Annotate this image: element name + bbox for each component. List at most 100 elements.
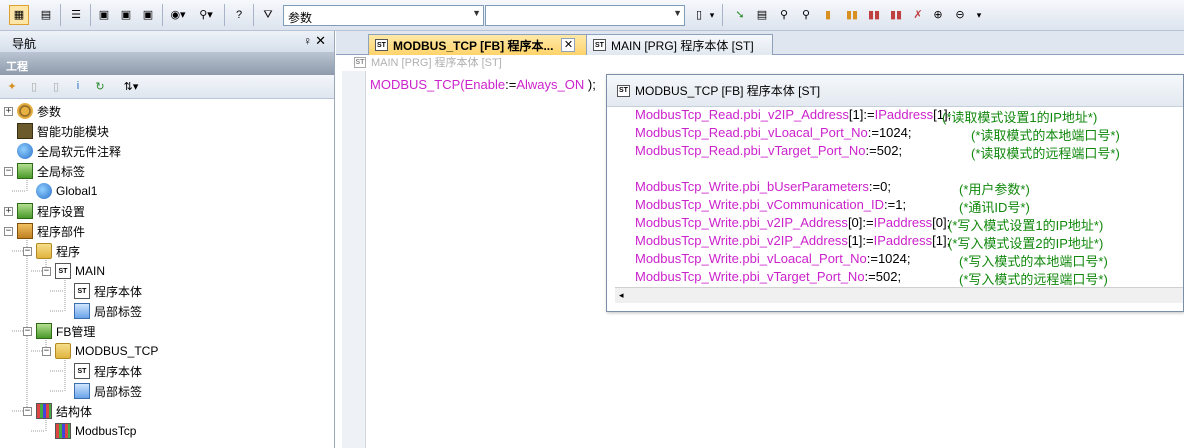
nav-header: 导航 ♀ ✕ — [0, 31, 334, 53]
close-icon[interactable]: ✕ — [561, 38, 576, 52]
chevron-down-icon: ▼ — [673, 8, 682, 18]
collapse-icon[interactable]: − — [4, 226, 13, 236]
list-icon[interactable]: ☰ — [66, 5, 86, 25]
zoom-out-icon[interactable]: ⊖ — [950, 5, 970, 25]
code-line[interactable]: ModbusTcp_Read.pbi_vLoacal_Port_No:=1024… — [635, 125, 911, 140]
filter-combo[interactable]: ▼ — [485, 5, 685, 26]
chart4-icon[interactable]: ✗ — [908, 5, 928, 25]
collapse-icon[interactable]: − — [23, 326, 32, 336]
chevron-down-icon[interactable]: ▾ — [972, 5, 986, 26]
tree-item[interactable]: 智能功能模块 — [4, 121, 109, 141]
collapse-icon[interactable]: − — [42, 346, 51, 356]
tree-item[interactable]: + 程序设置 — [4, 201, 85, 221]
toolbar-separator — [253, 4, 254, 26]
copy-icon[interactable]: ▯ — [26, 78, 42, 94]
tree-item[interactable]: ModbusTcp — [42, 421, 136, 441]
zoom-in-icon[interactable]: ⊕ — [928, 5, 948, 25]
chevron-down-icon[interactable]: ▾ — [705, 5, 719, 26]
code-line[interactable]: ModbusTcp_Write.pbi_v2IP_Address[0]:=IPa… — [635, 215, 950, 230]
popup-title-bar: ST MODBUS_TCP [FB] 程序本体 [ST] — [607, 75, 1183, 107]
collapse-icon[interactable]: − — [23, 246, 32, 256]
collapse-icon[interactable]: − — [4, 166, 13, 176]
tree-item-label: 程序本体 — [94, 284, 143, 299]
search1-icon[interactable]: ⚲ — [774, 5, 794, 25]
code-line[interactable]: ModbusTcp_Write.pbi_v2IP_Address[1]:=IPa… — [635, 233, 950, 248]
tree-item[interactable]: − 结构体 — [23, 401, 92, 421]
tree-item[interactable]: − FB管理 — [23, 321, 95, 341]
code-line[interactable]: ModbusTcp_Write.pbi_vLoacal_Port_No:=102… — [635, 251, 911, 266]
code-line[interactable]: ModbusTcp_Write.pbi_bUserParameters:=0; — [635, 179, 891, 194]
doc-icon[interactable]: ▤ — [752, 5, 772, 25]
paste-icon[interactable]: ▯ — [48, 78, 64, 94]
chart2-icon[interactable]: ▮▮ — [864, 5, 884, 25]
variable-name: ModbusTcp_Read.pbi_vLoacal_Port_No — [635, 125, 868, 140]
code-line[interactable]: ModbusTcp_Write.pbi_vCommunication_ID:=1… — [635, 197, 906, 212]
assign-op: := — [862, 215, 874, 230]
globe-icon — [17, 143, 33, 159]
tree-item[interactable]: − 程序 — [23, 241, 80, 261]
tree-item-label: ModbusTcp — [75, 424, 137, 438]
tab-modbus-tcp[interactable]: ST MODBUS_TCP [FB] 程序本... ✕ — [368, 34, 608, 55]
scroll-left-icon[interactable]: ◂ — [619, 290, 624, 301]
gear-icon — [17, 103, 33, 119]
code-comment: (*写入模式设置1的IP地址*) — [948, 218, 1104, 233]
tree-item[interactable]: − 程序部件 — [4, 221, 85, 241]
rhs-name: IPaddress — [873, 215, 933, 230]
horizontal-scrollbar[interactable]: ◂ — [615, 287, 1183, 303]
refresh-icon[interactable]: ↻ — [92, 78, 108, 94]
new-item-icon[interactable]: ✦ — [4, 78, 20, 94]
var-icon[interactable]: ▮ — [818, 5, 838, 25]
tree-item[interactable]: 局部标签 — [61, 301, 142, 321]
run-icon[interactable]: ➘ — [730, 5, 750, 25]
dev-icon[interactable]: ▣ — [94, 5, 114, 25]
chart1-icon[interactable]: ▮▮ — [842, 5, 862, 25]
info-icon[interactable]: i — [70, 78, 86, 94]
tree-item[interactable]: + 参数 — [4, 101, 61, 121]
expand-icon[interactable]: + — [4, 106, 13, 116]
code-line[interactable]: MODBUS_TCP(Enable:=Always_ON ); — [370, 77, 596, 92]
tree-item[interactable]: − 全局标签 — [4, 161, 85, 181]
code-line[interactable]: ModbusTcp_Write.pbi_vTarget_Port_No:=502… — [635, 269, 901, 284]
collapse-icon[interactable]: − — [42, 266, 51, 276]
binoculars-icon[interactable]: ⛛ — [258, 5, 278, 25]
project-icon[interactable]: ▦ — [9, 5, 29, 25]
rhs-value: 502; — [875, 269, 902, 284]
dev2-icon[interactable]: ▣ — [116, 5, 136, 25]
tree-item[interactable]: 局部标签 — [61, 381, 142, 401]
tree-item[interactable]: ST 程序本体 — [61, 281, 142, 301]
variable-name: ModbusTcp_Write.pbi_vLoacal_Port_No — [635, 251, 867, 266]
tab-main[interactable]: ST MAIN [PRG] 程序本体 [ST] — [586, 34, 773, 55]
chart3-icon[interactable]: ▮▮ — [886, 5, 906, 25]
pin-icon[interactable]: ♀ — [303, 34, 312, 48]
fb-body-popup[interactable]: ST MODBUS_TCP [FB] 程序本体 [ST] ModbusTcp_R… — [606, 74, 1184, 312]
sort-icon[interactable]: ⇅▾ — [120, 78, 142, 94]
collapse-icon[interactable]: − — [23, 406, 32, 416]
monitor-icon[interactable]: ◉▾ — [168, 5, 188, 25]
search-combo[interactable]: 参数 ▼ — [283, 5, 484, 26]
tree-item[interactable]: − MODBUS_TCP — [42, 341, 158, 361]
code-line[interactable]: ModbusTcp_Read.pbi_vTarget_Port_No:=502; — [635, 143, 902, 158]
toolbar-separator — [90, 4, 91, 26]
st-icon: ST — [354, 56, 366, 68]
line-gutter — [342, 71, 366, 448]
expand-icon[interactable]: + — [4, 206, 13, 216]
code-comment: (*写入模式的远程端口号*) — [959, 272, 1108, 287]
code-comment: (*用户参数*) — [959, 182, 1030, 197]
code-comment: (*读取模式设置1的IP地址*) — [942, 110, 1098, 125]
search2-icon[interactable]: ⚲ — [796, 5, 816, 25]
memory-icon[interactable]: ▤ — [36, 5, 56, 25]
code-line[interactable]: ModbusTcp_Read.pbi_v2IP_Address[1]:=IPad… — [635, 107, 951, 122]
tree-item[interactable]: Global1 — [23, 181, 97, 201]
globe-icon — [36, 183, 52, 199]
close-icon[interactable]: ✕ — [315, 33, 326, 49]
help-icon[interactable]: ? — [229, 5, 249, 25]
tree-item[interactable]: 全局软元件注释 — [4, 141, 121, 161]
zoom-icon[interactable]: ⚲▾ — [196, 5, 216, 25]
tree-item[interactable]: ST 程序本体 — [61, 361, 142, 381]
fb-name: MODBUS_TCP — [370, 77, 461, 92]
popup-code[interactable]: ModbusTcp_Read.pbi_v2IP_Address[1]:=IPad… — [607, 107, 1183, 288]
tree-item[interactable]: − ST MAIN — [42, 261, 105, 281]
rhs-value: 0; — [880, 179, 891, 194]
chevron-down-icon: ▼ — [472, 8, 481, 18]
dev3-icon[interactable]: ▣ — [138, 5, 158, 25]
